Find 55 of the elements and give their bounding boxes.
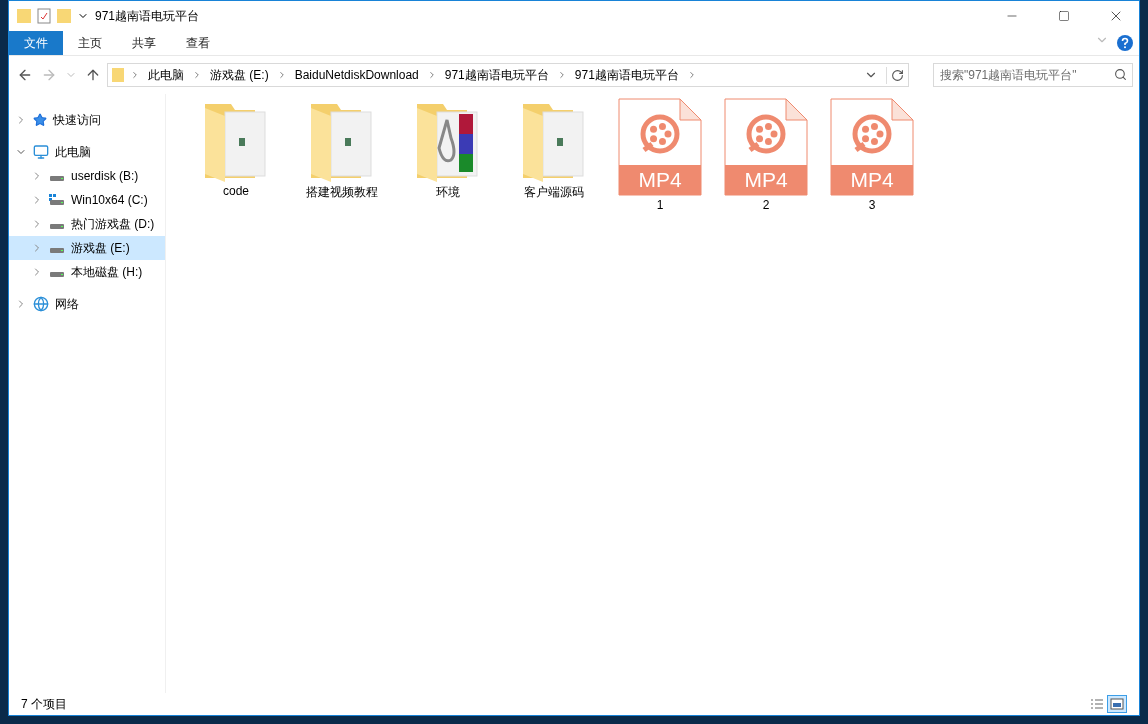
properties-icon[interactable]	[37, 8, 51, 24]
sidebar-item[interactable]: 热门游戏盘 (D:)	[9, 212, 165, 236]
folder-icon	[112, 67, 124, 83]
sidebar-item[interactable]: 网络	[9, 292, 165, 316]
star-icon	[33, 113, 47, 127]
folder-icon	[17, 8, 31, 24]
file-type-label: MP4	[619, 165, 701, 195]
sidebar-label: 快速访问	[53, 111, 101, 129]
ribbon-tab[interactable]: 文件	[9, 31, 63, 55]
sidebar-label: 热门游戏盘 (D:)	[71, 215, 155, 233]
sidebar-label: userdisk (B:)	[71, 169, 139, 183]
separator-icon[interactable]	[130, 70, 140, 80]
breadcrumb[interactable]: 此电脑	[146, 66, 186, 84]
new-folder-icon[interactable]	[57, 8, 71, 24]
file-name[interactable]: 3	[868, 198, 876, 212]
breadcrumb[interactable]: 971越南语电玩平台	[572, 66, 681, 84]
maximize-icon[interactable]	[1058, 10, 1070, 22]
refresh-icon[interactable]	[891, 68, 904, 82]
sidebar-label: 此电脑	[55, 143, 91, 161]
file-name[interactable]: 1	[656, 198, 664, 212]
sidebar-item[interactable]: 快速访问	[9, 108, 165, 132]
sidebar-item[interactable]: 游戏盘 (E:)	[9, 236, 165, 260]
breadcrumb[interactable]: 971越南语电玩平台	[442, 66, 551, 84]
sidebar-label: Win10x64 (C:)	[71, 193, 148, 207]
film-reel-icon	[638, 112, 682, 156]
ribbon-tab[interactable]: 查看	[171, 31, 225, 55]
item-count: 7 个项目	[21, 695, 68, 713]
breadcrumb[interactable]: BaiduNetdiskDownload	[292, 68, 421, 82]
monitor-icon	[33, 144, 49, 160]
film-reel-icon	[850, 112, 894, 156]
file-name[interactable]: 环境	[436, 184, 460, 201]
breadcrumb[interactable]: 游戏盘 (E:)	[208, 66, 271, 84]
system-drive-icon	[49, 194, 65, 206]
sidebar-label: 本地磁盘 (H:)	[71, 263, 143, 281]
sidebar-label: 游戏盘 (E:)	[71, 239, 130, 257]
ribbon-tab[interactable]: 主页	[63, 31, 117, 55]
ribbon-tab[interactable]: 共享	[117, 31, 171, 55]
file-name[interactable]: 搭建视频教程	[306, 184, 378, 201]
file-type-label: MP4	[831, 165, 913, 195]
separator-icon[interactable]	[192, 70, 202, 80]
network-icon	[33, 296, 49, 312]
file-name[interactable]: 客户端源码	[524, 184, 584, 201]
help-icon[interactable]	[1117, 35, 1133, 51]
file-type-label: MP4	[725, 165, 807, 195]
sidebar-item[interactable]: Win10x64 (C:)	[9, 188, 165, 212]
search-field[interactable]: 搜索"971越南语电玩平台"	[933, 63, 1133, 87]
film-reel-icon	[744, 112, 788, 156]
sidebar-item[interactable]: userdisk (B:)	[9, 164, 165, 188]
search-icon	[1114, 68, 1127, 81]
file-name[interactable]: code	[223, 184, 249, 198]
sidebar-label: 网络	[55, 295, 79, 313]
sidebar-item[interactable]: 本地磁盘 (H:)	[9, 260, 165, 284]
window-title: 971越南语电玩平台	[95, 7, 201, 25]
sidebar-item[interactable]: 此电脑	[9, 140, 165, 164]
file-name[interactable]: 2	[762, 198, 770, 212]
